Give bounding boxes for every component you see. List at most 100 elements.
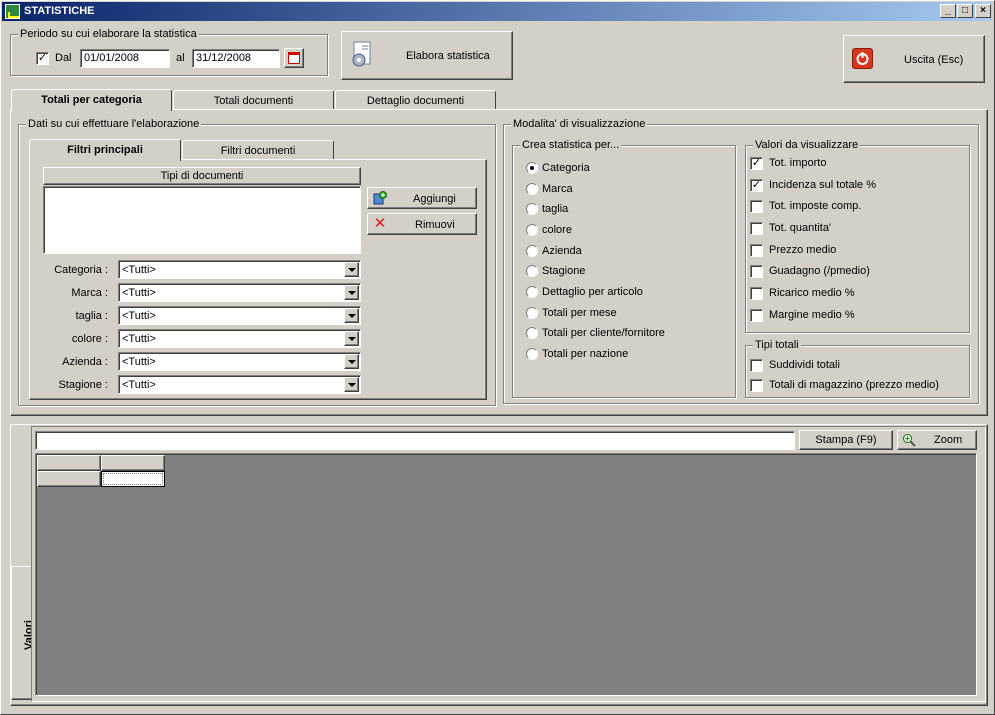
filter-azienda-select[interactable]: <Tutti>: [118, 352, 361, 371]
title-bar[interactable]: STATISTICHE _ □ ×: [2, 2, 992, 21]
filter-taglia-select[interactable]: <Tutti>: [118, 306, 361, 325]
power-icon: [852, 48, 873, 69]
filter-categoria-select[interactable]: <Tutti>: [118, 260, 361, 279]
radio-label-taglia: taglia: [542, 203, 569, 215]
filter-label-azienda: Azienda :: [62, 356, 108, 368]
chk-label-margine: Margine medio %: [769, 309, 855, 321]
radio-dettaglio-articolo[interactable]: [526, 286, 538, 298]
chk-label-tot-importo: Tot. importo: [769, 157, 827, 169]
filter-stagione-select[interactable]: <Tutti>: [118, 375, 361, 394]
radio-totali-nazione[interactable]: [526, 348, 538, 360]
chk-tot-quantita[interactable]: [750, 222, 763, 235]
radio-label-marca: Marca: [542, 183, 573, 195]
date-from-input[interactable]: 01/01/2008: [80, 49, 170, 68]
tab-totali-categoria[interactable]: Totali per categoria: [11, 89, 172, 111]
chk-label-ricarico: Ricarico medio %: [769, 287, 855, 299]
dal-label: Dal: [55, 52, 72, 64]
filter-marca-select[interactable]: <Tutti>: [118, 283, 361, 302]
radio-label-dettaglio-articolo: Dettaglio per articolo: [542, 286, 643, 298]
chevron-down-icon: [344, 285, 359, 300]
radio-label-categoria: Categoria: [542, 162, 590, 174]
calendar-button[interactable]: [284, 48, 304, 68]
radio-totali-mese[interactable]: [526, 307, 538, 319]
results-grid[interactable]: [35, 453, 977, 696]
grid-column-header[interactable]: [101, 455, 165, 471]
chk-label-tot-imposte: Tot. imposte comp.: [769, 200, 862, 212]
tipi-legend: Tipi totali: [753, 339, 801, 351]
radio-label-stagione: Stagione: [542, 265, 586, 277]
radio-label-totali-nazione: Totali per nazione: [542, 348, 629, 360]
chk-suddividi[interactable]: [750, 359, 763, 372]
radio-colore[interactable]: [526, 224, 538, 236]
window-title: STATISTICHE: [24, 5, 95, 17]
chevron-down-icon: [344, 377, 359, 392]
chevron-down-icon: [344, 331, 359, 346]
chk-label-prezzo-medio: Prezzo medio: [769, 244, 837, 256]
remove-x-icon: ✕: [373, 215, 387, 232]
side-tab-valori[interactable]: Valori: [11, 566, 35, 700]
chk-label-incidenza: Incidenza sul totale %: [769, 179, 877, 191]
exit-button[interactable]: Uscita (Esc): [843, 35, 985, 83]
radio-stagione[interactable]: [526, 265, 538, 277]
radio-marca[interactable]: [526, 183, 538, 195]
remove-label: Rimuovi: [415, 219, 455, 231]
chk-margine[interactable]: [750, 309, 763, 322]
chk-label-suddividi: Suddividi totali: [769, 359, 840, 371]
data-legend: Dati su cui effettuare l'elaborazione: [26, 118, 202, 130]
radio-azienda[interactable]: [526, 245, 538, 257]
elabora-button[interactable]: Elabora statistica: [341, 31, 513, 80]
chk-label-tot-quantita: Tot. quantita': [769, 222, 832, 234]
radio-taglia[interactable]: [526, 203, 538, 215]
tab-dettaglio-documenti[interactable]: Dettaglio documenti: [335, 90, 496, 109]
zoom-button[interactable]: Zoom: [897, 430, 977, 450]
add-label: Aggiungi: [413, 193, 456, 205]
chevron-down-icon: [344, 262, 359, 277]
chk-label-guadagno: Guadagno (/pmedio): [769, 265, 870, 277]
radio-label-colore: colore: [542, 224, 572, 236]
radio-categoria[interactable]: [526, 162, 538, 174]
subtab-filtri-documenti[interactable]: Filtri documenti: [182, 140, 334, 159]
valori-legend: Valori da visualizzare: [753, 139, 861, 151]
minimize-button[interactable]: _: [940, 4, 956, 18]
subtab-filtri-principali[interactable]: Filtri principali: [29, 139, 181, 161]
filter-label-colore: colore :: [71, 333, 108, 345]
doc-types-header: Tipi di documenti: [43, 167, 361, 185]
radio-label-totali-cliente: Totali per cliente/fornitore: [542, 327, 665, 339]
close-button[interactable]: ×: [975, 4, 991, 18]
doc-types-list[interactable]: [43, 186, 361, 254]
app-chart-icon: [5, 4, 20, 19]
remove-button[interactable]: ✕ Rimuovi: [367, 213, 477, 235]
radio-label-azienda: Azienda: [542, 245, 582, 257]
valori-group: Valori da visualizzare: [745, 139, 970, 333]
filter-label-taglia: taglia :: [75, 310, 108, 322]
maximize-button[interactable]: □: [957, 4, 973, 18]
grid-cell[interactable]: [101, 471, 165, 487]
grid-header-corner: [37, 455, 101, 471]
chevron-down-icon: [344, 354, 359, 369]
radio-label-totali-mese: Totali per mese: [542, 307, 617, 319]
print-button[interactable]: Stampa (F9): [799, 430, 893, 450]
add-button[interactable]: Aggiungi: [367, 187, 477, 209]
chk-incidenza[interactable]: ✓: [750, 179, 763, 192]
filter-colore-select[interactable]: <Tutti>: [118, 329, 361, 348]
period-legend: Periodo su cui elaborare la statistica: [18, 28, 199, 40]
tab-totali-documenti[interactable]: Totali documenti: [173, 90, 334, 109]
grid-row-header[interactable]: [37, 471, 101, 487]
chk-ricarico[interactable]: [750, 287, 763, 300]
view-legend: Modalita' di visualizzazione: [511, 118, 648, 130]
chk-prezzo-medio[interactable]: [750, 244, 763, 257]
dal-checkbox[interactable]: ✓: [36, 52, 49, 65]
chk-tot-importo[interactable]: ✓: [750, 157, 763, 170]
chk-guadagno[interactable]: [750, 265, 763, 278]
chk-tot-imposte[interactable]: [750, 200, 763, 213]
crea-legend: Crea statistica per...: [520, 139, 622, 151]
zoom-label: Zoom: [934, 434, 963, 446]
filter-label-stagione: Stagione :: [58, 379, 108, 391]
results-search-input[interactable]: [35, 431, 795, 450]
date-to-input[interactable]: 31/12/2008: [192, 49, 280, 68]
calendar-icon: [288, 52, 300, 64]
chk-magazzino[interactable]: [750, 379, 763, 392]
radio-totali-cliente[interactable]: [526, 327, 538, 339]
zoom-in-icon: [902, 433, 916, 447]
elabora-label: Elabora statistica: [406, 50, 490, 62]
